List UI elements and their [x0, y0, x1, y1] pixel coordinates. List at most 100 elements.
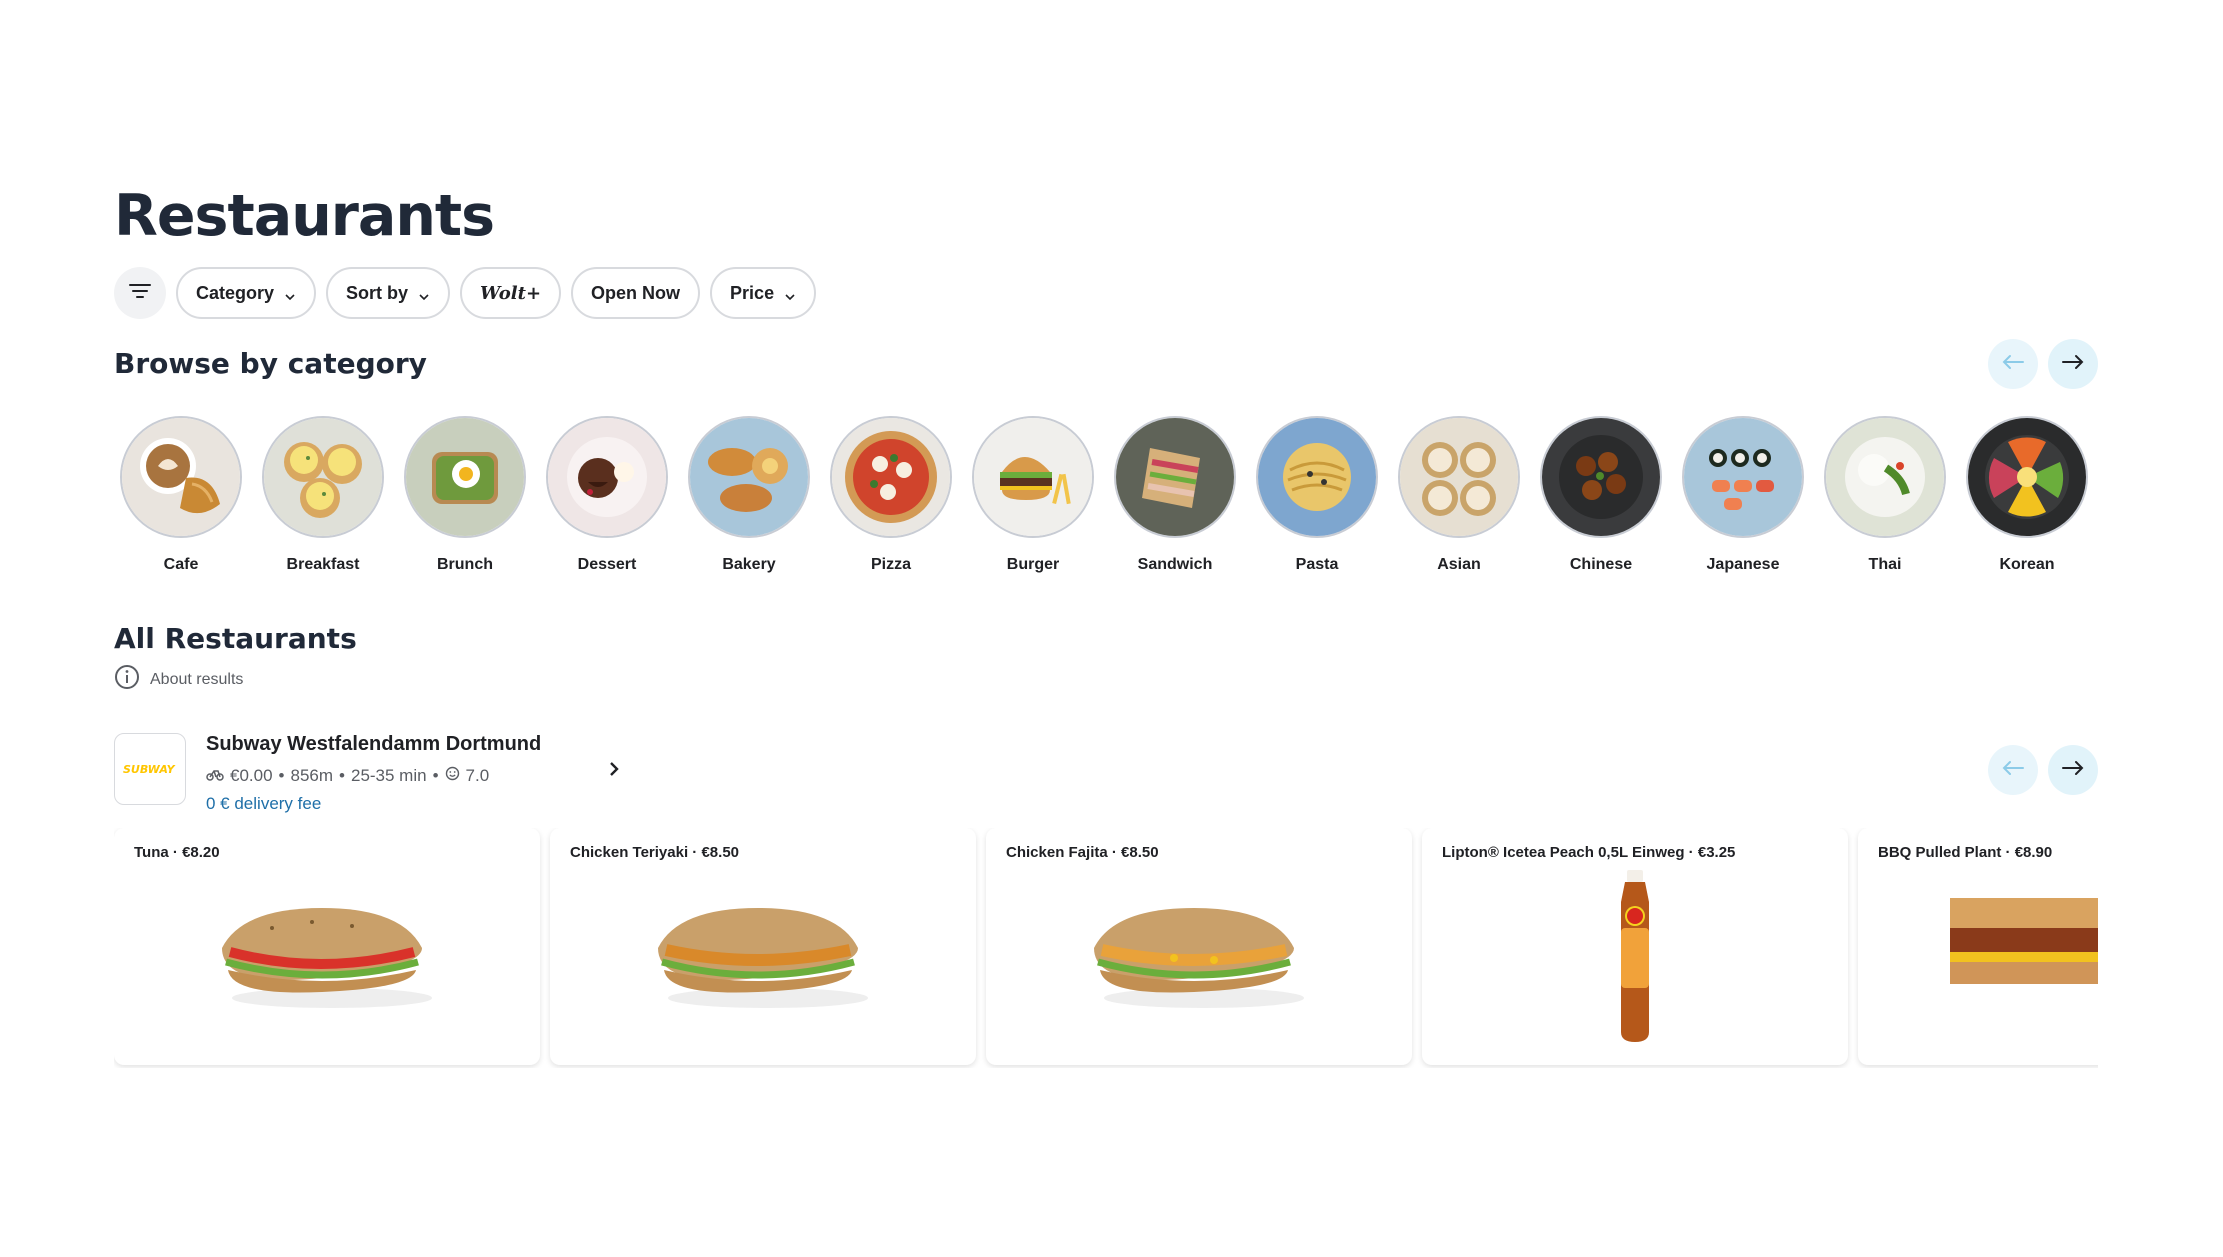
- category-item-thai[interactable]: Thai: [1824, 416, 1946, 574]
- category-item-burger[interactable]: Burger: [972, 416, 1094, 574]
- info-icon: [114, 664, 140, 695]
- filter-lines-icon: [129, 283, 151, 304]
- venue-name[interactable]: Subway Westfalendamm Dortmund: [206, 733, 541, 756]
- category-filter-chip[interactable]: Category: [176, 267, 317, 319]
- category-item-sandwich[interactable]: Sandwich: [1114, 416, 1236, 574]
- chevron-down-icon: [784, 287, 796, 301]
- item-price: €8.50: [701, 844, 740, 861]
- asian-image: [1398, 416, 1520, 538]
- about-results[interactable]: About results: [114, 664, 243, 695]
- chip-label: Category: [196, 282, 275, 303]
- category-item-breakfast[interactable]: Breakfast: [262, 416, 384, 574]
- items-prev-button[interactable]: [1988, 745, 2038, 795]
- chevron-right-icon[interactable]: [607, 761, 621, 782]
- delivery-fee-note: 0 € delivery fee: [206, 794, 322, 813]
- korean-image: [1966, 416, 2088, 538]
- all-restaurants-title: All Restaurants: [114, 622, 357, 655]
- chevron-down-icon: [284, 287, 296, 301]
- category-label: Thai: [1868, 556, 1902, 573]
- delivery-price: €0.00: [230, 766, 273, 785]
- open-now-chip[interactable]: Open Now: [571, 267, 701, 319]
- category-next-button[interactable]: [2048, 339, 2098, 389]
- logo-text: SUBWAY: [123, 763, 176, 776]
- item-label: Tuna · €8.20: [134, 844, 220, 861]
- chicken-fajita-sandwich-image: [1084, 878, 1314, 1023]
- category-item-cafe[interactable]: Cafe: [120, 416, 242, 574]
- item-price: €8.20: [182, 844, 220, 861]
- menu-item-card[interactable]: Chicken Fajita · €8.50: [986, 828, 1412, 1065]
- delivery-bike-icon: [206, 766, 224, 786]
- about-results-label: About results: [150, 670, 244, 688]
- items-next-button[interactable]: [2048, 745, 2098, 795]
- menu-item-card[interactable]: Lipton® Icetea Peach 0,5L Einweg · €3.25: [1422, 828, 1848, 1065]
- chip-label: Sort by: [346, 282, 409, 303]
- smiley-icon: [445, 766, 460, 786]
- tuna-sandwich-image: [212, 878, 442, 1023]
- dot-separator: •: [278, 766, 285, 785]
- item-name: Chicken Teriyaki: [570, 844, 689, 861]
- arrow-right-icon: [2062, 760, 2084, 781]
- sandwich-image: [1114, 416, 1236, 538]
- chip-label: Price: [730, 282, 775, 303]
- venue-info: Subway Westfalendamm Dortmund €0.00 • 85…: [206, 733, 541, 814]
- category-item-brunch[interactable]: Brunch: [404, 416, 526, 574]
- wolt-plus-chip[interactable]: Wolt+: [460, 267, 562, 319]
- arrow-right-icon: [2062, 354, 2084, 375]
- category-label: Brunch: [437, 556, 493, 573]
- item-label: Chicken Teriyaki · €8.50: [570, 844, 740, 861]
- item-label: BBQ Pulled Plant · €8.90: [1878, 844, 2053, 861]
- category-prev-button[interactable]: [1988, 339, 2038, 389]
- bbq-pulled-plant-sandwich-image: [1950, 898, 2098, 993]
- browse-by-category-title: Browse by category: [114, 347, 427, 380]
- dessert-image: [546, 416, 668, 538]
- category-item-chinese[interactable]: Chinese: [1540, 416, 1662, 574]
- menu-item-card[interactable]: Tuna · €8.20: [114, 828, 540, 1065]
- breakfast-image: [262, 416, 384, 538]
- filter-button[interactable]: [114, 267, 166, 319]
- category-label: Burger: [1006, 556, 1060, 573]
- sort-by-chip[interactable]: Sort by: [326, 267, 451, 319]
- cafe-image: [120, 416, 242, 538]
- item-price: €8.90: [2014, 844, 2053, 861]
- category-label: Chinese: [1569, 556, 1633, 573]
- category-item-dessert[interactable]: Dessert: [546, 416, 668, 574]
- item-price: €8.50: [1121, 844, 1159, 861]
- category-item-japanese[interactable]: Japanese: [1682, 416, 1804, 574]
- venue-meta: €0.00 • 856m • 25-35 min • 7.0: [206, 766, 541, 786]
- category-label: Cafe: [163, 556, 199, 573]
- menu-item-card[interactable]: Chicken Teriyaki · €8.50: [550, 828, 976, 1065]
- category-label: Sandwich: [1137, 556, 1213, 573]
- item-label: Chicken Fajita · €8.50: [1006, 844, 1159, 861]
- arrow-left-icon: [2002, 354, 2024, 375]
- filter-bar: Category Sort by Wolt+ Open Now Price: [114, 267, 817, 319]
- chevron-down-icon: [418, 287, 430, 301]
- category-label: Pasta: [1295, 556, 1339, 573]
- category-item-asian[interactable]: Asian: [1398, 416, 1520, 574]
- item-price: €3.25: [1697, 844, 1736, 861]
- category-label: Bakery: [722, 556, 776, 573]
- dot-separator: •: [432, 766, 439, 785]
- rating: 7.0: [465, 766, 490, 785]
- pizza-image: [830, 416, 952, 538]
- burger-image: [972, 416, 1094, 538]
- category-item-pizza[interactable]: Pizza: [830, 416, 952, 574]
- category-item-pasta[interactable]: Pasta: [1256, 416, 1378, 574]
- item-name: Tuna: [134, 844, 169, 861]
- page-title: Restaurants: [114, 183, 495, 249]
- pasta-image: [1256, 416, 1378, 538]
- delivery-time: 25-35 min: [350, 766, 427, 785]
- venue-header[interactable]: SUBWAY Subway Westfalendamm Dortmund €0.…: [114, 733, 621, 814]
- category-label: Japanese: [1706, 556, 1780, 573]
- price-filter-chip[interactable]: Price: [710, 267, 817, 319]
- category-label: Breakfast: [286, 556, 360, 573]
- category-item-bakery[interactable]: Bakery: [688, 416, 810, 574]
- bakery-image: [688, 416, 810, 538]
- subway-logo: SUBWAY: [114, 733, 186, 805]
- chicken-teriyaki-sandwich-image: [648, 878, 878, 1023]
- menu-item-card[interactable]: BBQ Pulled Plant · €8.90: [1858, 828, 2098, 1065]
- arrow-left-icon: [2002, 760, 2024, 781]
- item-name: BBQ Pulled Plant: [1878, 844, 2002, 861]
- chip-label: Open Now: [591, 282, 681, 303]
- category-label: Dessert: [577, 556, 637, 573]
- category-item-korean[interactable]: Korean: [1966, 416, 2088, 574]
